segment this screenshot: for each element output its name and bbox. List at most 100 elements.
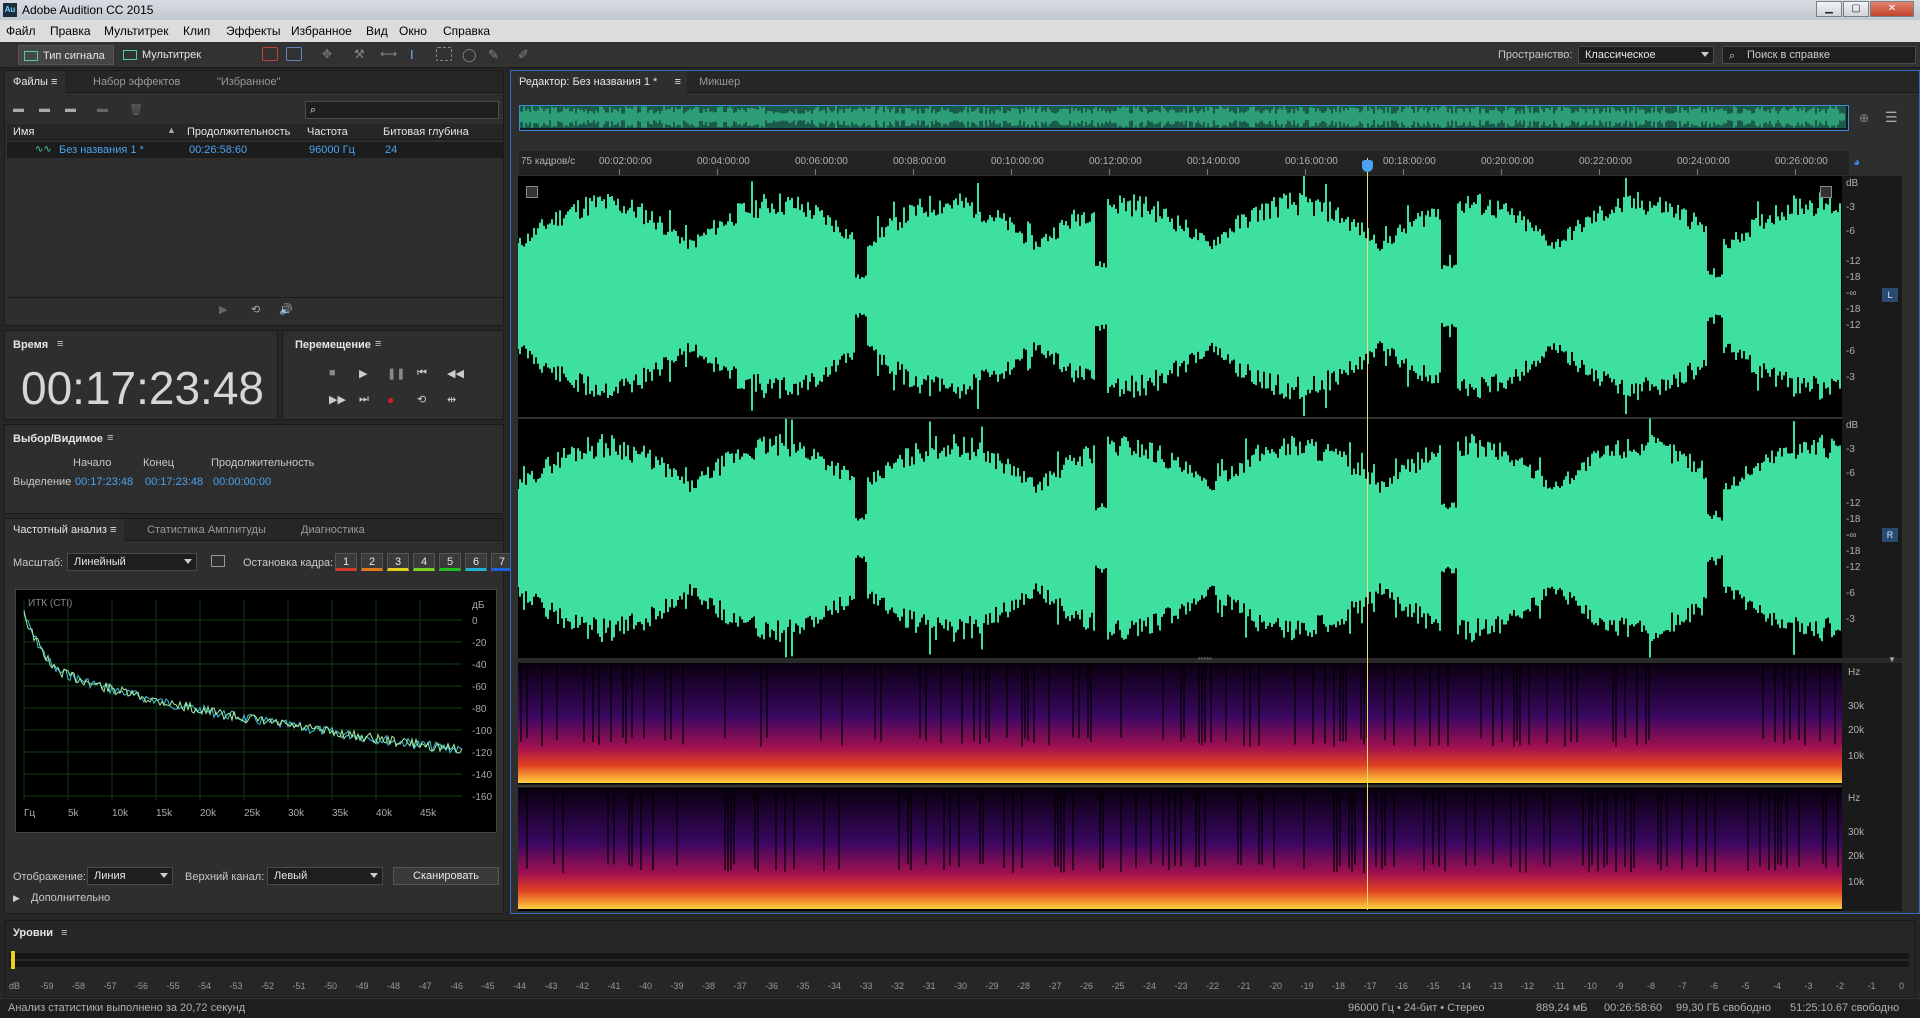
table-row[interactable]: ∿∿ Без названия 1 * 00:26:58:60 96000 Гц… xyxy=(7,142,503,158)
hold-button-2[interactable]: 2 xyxy=(361,553,383,571)
menu-lines-icon[interactable]: ☰ xyxy=(1885,109,1898,126)
column-name[interactable]: Имя xyxy=(13,126,34,138)
trash-icon[interactable]: 🗑 xyxy=(129,103,143,116)
spectral-display-icon[interactable] xyxy=(262,47,278,61)
open-file-icon[interactable]: ▬ xyxy=(13,103,24,115)
timeline-ruler[interactable]: 75 кадров/с 00:02:00:00 00:04:00:00 00:06:… xyxy=(519,151,1849,175)
slip-tool-icon[interactable]: ⟷ xyxy=(380,47,397,61)
loop-preview-icon[interactable]: ⟲ xyxy=(251,303,260,316)
menu-view[interactable]: Вид xyxy=(366,24,388,38)
close-window-button[interactable]: ✕ xyxy=(1870,1,1914,17)
tab-effects-rack[interactable]: Набор эффектов xyxy=(85,71,188,93)
playhead[interactable] xyxy=(1367,158,1368,910)
help-search-input[interactable]: ⌕ Поиск в справке xyxy=(1722,46,1916,64)
preview-play-icon[interactable]: ▶ xyxy=(219,303,227,316)
hold-button-5[interactable]: 5 xyxy=(439,553,461,571)
tab-mixer[interactable]: Микшер xyxy=(691,71,748,93)
db-scale-label: -12 xyxy=(1846,320,1861,331)
level-tick: -20 xyxy=(1269,981,1283,991)
multitrack-view-button[interactable]: Мультитрек xyxy=(118,45,210,65)
tab-diagnostics[interactable]: Диагностика xyxy=(293,519,373,541)
level-tick: -11 xyxy=(1552,981,1565,991)
move-tool-icon[interactable]: ✥ xyxy=(322,47,338,61)
waveform-view-button[interactable]: Тип сигнала xyxy=(18,45,114,65)
menu-clip[interactable]: Клип xyxy=(183,24,210,38)
panel-menu-icon[interactable]: ≡ xyxy=(61,927,67,939)
menu-edit[interactable]: Правка xyxy=(50,24,91,38)
tab-amplitude-statistics[interactable]: Статистика Амплитуды xyxy=(139,519,274,541)
files-search-input[interactable]: ⌕ xyxy=(305,101,499,119)
new-file-icon[interactable]: ▬ xyxy=(65,103,76,115)
menu-help[interactable]: Справка xyxy=(443,24,490,38)
expand-arrow-icon[interactable]: ▶ xyxy=(13,893,20,904)
scale-select[interactable]: Линейный xyxy=(67,553,197,571)
pitch-display-icon[interactable] xyxy=(286,47,302,61)
app-logo-icon: Au xyxy=(3,3,17,17)
time-selection-tool-icon[interactable]: I xyxy=(410,47,426,62)
hz-tick: 45k xyxy=(420,808,437,819)
spectral-display[interactable] xyxy=(518,663,1842,911)
frequency-graph: ИТК (СТI) дБ 0 -20 -40 -60 -80 -100 -120 -140 -160… xyxy=(15,589,497,833)
lasso-tool-icon[interactable]: ◯ xyxy=(462,47,478,62)
column-duration[interactable]: Продолжительность xyxy=(187,126,290,138)
fade-out-handle-icon[interactable] xyxy=(1820,186,1832,198)
copy-graph-icon[interactable] xyxy=(211,555,225,567)
top-channel-select[interactable]: Левый xyxy=(267,867,383,885)
play-icon[interactable]: ▶ xyxy=(359,367,367,380)
rewind-icon[interactable]: ◀◀ xyxy=(447,367,464,380)
playhead-handle-icon[interactable] xyxy=(1362,160,1373,172)
fast-forward-icon[interactable]: ▶▶ xyxy=(329,393,346,406)
menu-favorites[interactable]: Избранное xyxy=(291,24,352,38)
menu-file[interactable]: Файл xyxy=(6,24,36,38)
tab-files[interactable]: Файлы ≡ xyxy=(5,71,66,93)
tab-favorites[interactable]: "Избранное" xyxy=(209,71,289,93)
marquee-tool-icon[interactable] xyxy=(436,47,452,61)
go-to-start-icon[interactable]: ⏮ xyxy=(417,367,427,380)
panel-menu-icon[interactable]: ≡ xyxy=(375,338,381,350)
sync-icon[interactable]: ◕ xyxy=(1853,155,1860,169)
channel-right-badge[interactable]: R xyxy=(1882,528,1898,542)
menu-multitrack[interactable]: Мультитрек xyxy=(104,24,168,38)
waveform-display[interactable] xyxy=(517,176,1842,660)
auto-play-icon[interactable]: 🔊 xyxy=(279,303,293,316)
level-tick: 0 xyxy=(1899,981,1905,991)
panel-menu-icon[interactable]: ≡ xyxy=(107,432,113,444)
channel-left-badge[interactable]: L xyxy=(1882,288,1898,302)
insert-into-multitrack-icon[interactable]: ▬ xyxy=(97,103,108,115)
workspace-select[interactable]: Классическое xyxy=(1578,46,1714,64)
spot-healing-tool-icon[interactable]: ✐ xyxy=(518,47,534,62)
zoom-icon[interactable]: ⊕ xyxy=(1859,111,1869,125)
import-file-icon[interactable]: ▬ xyxy=(39,103,50,115)
hz-scale-label: Hz xyxy=(1848,793,1861,804)
tab-frequency-analysis[interactable]: Частотный анализ ≡ xyxy=(5,519,125,541)
hold-button-1[interactable]: 1 xyxy=(335,553,357,571)
tab-editor[interactable]: Редактор: Без названия 1 * ≡ xyxy=(511,71,687,93)
razor-tool-icon[interactable]: ⚒ xyxy=(354,47,370,61)
hold-button-6[interactable]: 6 xyxy=(465,553,487,571)
stop-icon[interactable]: ■ xyxy=(329,367,336,379)
maximize-button[interactable]: ▢ xyxy=(1843,1,1869,17)
brush-tool-icon[interactable]: ✎ xyxy=(488,47,504,62)
advanced-toggle[interactable]: Дополнительно xyxy=(31,892,110,904)
go-to-end-icon[interactable]: ⏭ xyxy=(359,393,369,406)
selection-start[interactable]: 00:17:23:48 xyxy=(75,476,133,488)
selection-end[interactable]: 00:17:23:48 xyxy=(145,476,203,488)
fade-in-handle-icon[interactable] xyxy=(526,186,538,198)
menu-window[interactable]: Окно xyxy=(399,24,427,38)
column-rate[interactable]: Частота xyxy=(307,126,348,138)
record-icon[interactable]: ● xyxy=(387,393,394,407)
overview-bar[interactable] xyxy=(519,105,1849,131)
scan-button[interactable]: Сканировать xyxy=(393,867,499,885)
loop-playback-icon[interactable]: ⟲ xyxy=(417,393,426,406)
selection-duration[interactable]: 00:00:00:00 xyxy=(213,476,271,488)
hold-button-4[interactable]: 4 xyxy=(413,553,435,571)
menu-effects[interactable]: Эффекты xyxy=(226,24,281,38)
pause-icon[interactable]: ❚❚ xyxy=(387,367,405,380)
ruler-label: 00:14:00:00 xyxy=(1187,156,1240,167)
skip-selection-icon[interactable]: ⇹ xyxy=(447,393,456,406)
minimize-button[interactable]: ▁ xyxy=(1816,1,1842,17)
panel-menu-icon[interactable]: ≡ xyxy=(57,338,63,350)
hold-button-3[interactable]: 3 xyxy=(387,553,409,571)
display-select[interactable]: Линия xyxy=(87,867,173,885)
column-depth[interactable]: Битовая глубина xyxy=(383,126,469,138)
